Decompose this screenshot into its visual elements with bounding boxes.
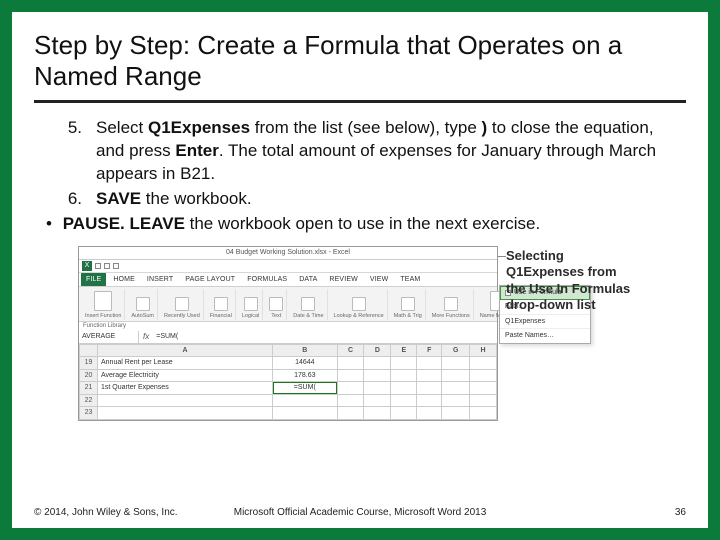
formula-input: =SUM( [153, 331, 497, 342]
col-head: A [98, 344, 273, 356]
ribbon-group: Insert Function [82, 289, 125, 320]
quick-access-toolbar: X [79, 260, 497, 273]
slide-footer: © 2014, John Wiley & Sons, Inc. Microsof… [34, 507, 686, 518]
table-row: 20 Average Electricity 178.63 [80, 369, 497, 381]
tab-file: FILE [81, 273, 106, 286]
tab-formulas: FORMULAS [242, 273, 292, 286]
tab-data: DATA [294, 273, 322, 286]
ribbon-icon [244, 297, 258, 311]
table-row: 21 1st Quarter Expenses =SUM( [80, 382, 497, 394]
col-head: F [417, 344, 442, 356]
excel-icon: X [82, 261, 92, 271]
numbered-steps: 5. Select Q1Expenses from the list (see … [58, 117, 676, 211]
step-number: 6. [58, 188, 96, 211]
name-box: AVERAGE [79, 331, 139, 342]
step-text: Select Q1Expenses from the list (see bel… [96, 117, 676, 186]
tab-insert: INSERT [142, 273, 178, 286]
worksheet-grid: A B C D E F G H 19 Annual Rent per Lease… [79, 344, 497, 420]
ribbon-icon [214, 297, 228, 311]
ribbon-group: Math & Trig [391, 289, 426, 320]
ribbon-group: Text [266, 289, 287, 320]
title-rule [34, 100, 686, 103]
ribbon-body: Insert Function AutoSum Recently Used Fi… [79, 286, 497, 322]
col-head: B [273, 344, 338, 356]
excel-window: 04 Budget Working Solution.xlsx - Excel … [78, 246, 498, 420]
col-head: E [391, 344, 417, 356]
tab-review: REVIEW [324, 273, 362, 286]
figure-callout: Selecting Q1Expenses from the Use In For… [506, 246, 636, 315]
ribbon-icon [175, 297, 189, 311]
col-head: H [470, 344, 497, 356]
footer-center: Microsoft Official Academic Course, Micr… [34, 507, 686, 518]
ribbon-icon [136, 297, 150, 311]
tab-team: Team [395, 273, 425, 286]
ribbon-icon [401, 297, 415, 311]
table-row: 22 [80, 394, 497, 406]
col-head: C [337, 344, 364, 356]
ribbon-section-label: Function Library [79, 322, 497, 331]
ribbon-group: More Functions [429, 289, 474, 320]
fx-icon: fx [139, 332, 153, 343]
pause-note: PAUSE. LEAVE the workbook open to use in… [40, 213, 676, 236]
excel-titlebar: 04 Budget Working Solution.xlsx - Excel [79, 247, 497, 259]
qat-icon [104, 263, 110, 269]
body-text: 5. Select Q1Expenses from the list (see … [34, 117, 686, 420]
ribbon-group: Lookup & Reference [331, 289, 388, 320]
col-head: D [364, 344, 391, 356]
ribbon-icon [444, 297, 458, 311]
menu-item: Q1Expenses [500, 315, 590, 329]
ribbon-tabs: FILE HOME INSERT PAGE LAYOUT FORMULAS DA… [79, 273, 497, 286]
formula-bar: AVERAGE fx =SUM( [79, 331, 497, 343]
col-head [80, 344, 98, 356]
ribbon-group: Logical [239, 289, 263, 320]
ribbon-group: Recently Used [161, 289, 204, 320]
qat-icon [95, 263, 101, 269]
tab-pagelayout: PAGE LAYOUT [180, 273, 240, 286]
qat-icon [113, 263, 119, 269]
step-6: 6. SAVE the workbook. [58, 188, 676, 211]
ribbon-icon [269, 297, 283, 311]
col-head: G [442, 344, 470, 356]
bulleted-notes: PAUSE. LEAVE the workbook open to use in… [40, 213, 676, 236]
ribbon-group: Financial [207, 289, 236, 320]
ribbon-icon [352, 297, 366, 311]
slide-title: Step by Step: Create a Formula that Oper… [34, 30, 686, 92]
tab-home: HOME [108, 273, 140, 286]
figure-screenshot: 04 Budget Working Solution.xlsx - Excel … [78, 246, 638, 420]
step-number: 5. [58, 117, 96, 186]
menu-item: Paste Names… [500, 329, 590, 342]
step-5: 5. Select Q1Expenses from the list (see … [58, 117, 676, 186]
tab-view: VIEW [365, 273, 393, 286]
table-row: 23 [80, 407, 497, 419]
ribbon-icon [301, 297, 315, 311]
ribbon-group: Date & Time [290, 289, 327, 320]
ribbon-group: AutoSum [128, 289, 158, 320]
ribbon-icon [94, 291, 112, 311]
table-row: 19 Annual Rent per Lease 14644 [80, 357, 497, 369]
step-text: SAVE the workbook. [96, 188, 252, 211]
selected-cell: =SUM( [273, 382, 338, 394]
